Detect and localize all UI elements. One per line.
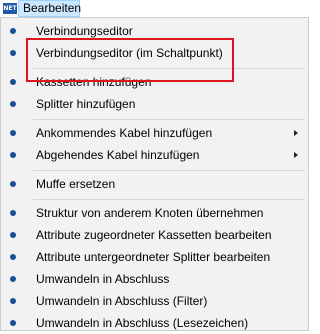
bullet-icon xyxy=(10,50,16,56)
bullet-icon xyxy=(10,101,16,107)
menu-item-label: Umwandeln in Abschluss xyxy=(36,272,170,286)
bullet-icon xyxy=(10,79,16,85)
submenu-arrow-icon xyxy=(294,152,298,158)
menu-item-label: Abgehendes Kabel hinzufügen xyxy=(36,148,200,162)
menu-bar: NET Bearbeiten xyxy=(0,0,310,17)
menu-separator xyxy=(33,199,305,200)
menu-separator xyxy=(33,170,305,171)
menu-item-struktur-uebernehmen[interactable]: Struktur von anderem Knoten übernehmen xyxy=(1,202,308,224)
bullet-icon xyxy=(10,232,16,238)
menu-item-attribute-kassetten[interactable]: Attribute zugeordneter Kassetten bearbei… xyxy=(1,224,308,246)
bullet-icon xyxy=(10,298,16,304)
bullet-icon xyxy=(10,152,16,158)
menu-item-label: Ankommendes Kabel hinzufügen xyxy=(36,126,213,140)
menu-item-abgehendes-kabel[interactable]: Abgehendes Kabel hinzufügen xyxy=(1,144,308,166)
menu-item-umwandeln-abschluss[interactable]: Umwandeln in Abschluss xyxy=(1,268,308,290)
menu-item-label: Struktur von anderem Knoten übernehmen xyxy=(36,206,264,220)
menu-separator xyxy=(33,119,305,120)
submenu-arrow-icon xyxy=(294,130,298,136)
bullet-icon xyxy=(10,28,16,34)
menu-item-label: Umwandeln in Abschluss (Filter) xyxy=(36,294,208,308)
menu-item-label: Muffe ersetzen xyxy=(36,177,116,191)
bullet-icon xyxy=(10,254,16,260)
app-net-icon: NET xyxy=(3,3,17,14)
menu-item-label: Attribute zugeordneter Kassetten bearbei… xyxy=(36,228,272,242)
bullet-icon xyxy=(10,181,16,187)
bullet-icon xyxy=(10,276,16,282)
menu-bearbeiten[interactable]: Bearbeiten xyxy=(18,0,81,17)
bullet-icon xyxy=(10,320,16,326)
highlight-annotation-box xyxy=(26,38,234,82)
menu-item-splitter-hinzufuegen[interactable]: Splitter hinzufügen xyxy=(1,93,308,115)
bullet-icon xyxy=(10,130,16,136)
menu-item-muffe-ersetzen[interactable]: Muffe ersetzen xyxy=(1,173,308,195)
bullet-icon xyxy=(10,210,16,216)
menu-item-label: Attribute untergeordneter Splitter bearb… xyxy=(36,250,271,264)
menu-item-label: Splitter hinzufügen xyxy=(36,97,136,111)
menu-item-umwandeln-abschluss-filter[interactable]: Umwandeln in Abschluss (Filter) xyxy=(1,290,308,312)
dropdown-menu-bearbeiten: Verbindungseditor Verbindungseditor (im … xyxy=(0,17,309,331)
menu-item-ankommendes-kabel[interactable]: Ankommendes Kabel hinzufügen xyxy=(1,122,308,144)
menu-item-attribute-splitter[interactable]: Attribute untergeordneter Splitter bearb… xyxy=(1,246,308,268)
